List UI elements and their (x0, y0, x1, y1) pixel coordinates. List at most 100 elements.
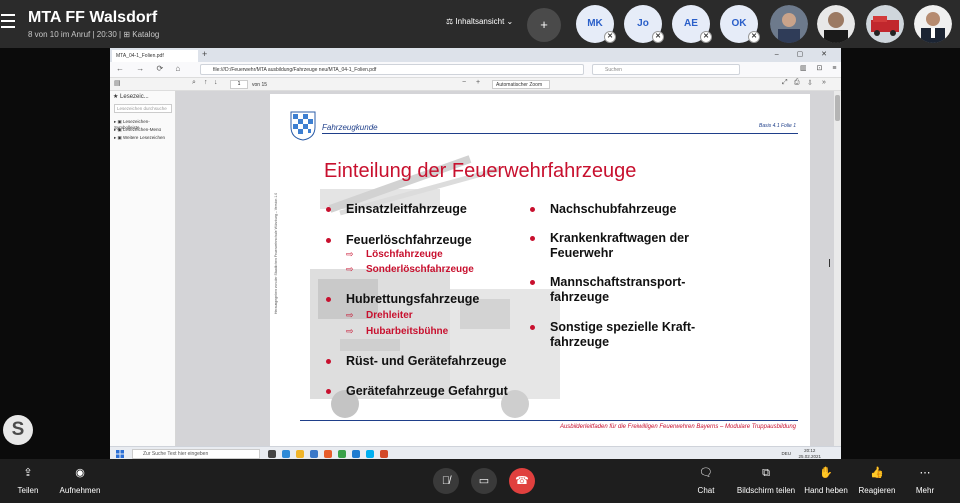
participant-avatar[interactable]: MK ✕ (576, 5, 616, 43)
participant-initials: AE (684, 18, 698, 29)
call-title: MTA FF Walsdorf (28, 9, 158, 26)
bookmark-search-input[interactable]: Lesezeichen durchsuche (114, 104, 172, 113)
content-view-toggle[interactable]: ⚖ Inhaltsansicht ⌄ (446, 17, 513, 26)
sidebar-item-menu[interactable]: ▸ ▣ Lesezeichen-Menü (114, 127, 161, 133)
sidebar-toggle-icon[interactable]: ▤ (114, 79, 121, 87)
participant-photo[interactable] (817, 5, 855, 43)
find-icon[interactable]: ⌕ (192, 79, 196, 87)
scrollbar-thumb[interactable] (835, 95, 840, 121)
window-controls[interactable]: – ▢ ✕ (775, 50, 835, 58)
folder-icon: ▸ ▣ (114, 127, 124, 132)
more-button[interactable]: ⋯ Mehr (895, 459, 955, 495)
bullet-icon (530, 280, 535, 285)
bullet-icon (326, 238, 331, 243)
print-icon[interactable]: ⎙ (794, 79, 800, 87)
windows-start-icon[interactable] (116, 450, 124, 458)
screen-share-label: Bildschirm teilen (736, 486, 796, 495)
participant-photo[interactable] (770, 5, 808, 43)
bullet-icon (326, 297, 331, 302)
chrome-icon[interactable] (338, 450, 346, 458)
word-icon[interactable] (352, 450, 360, 458)
participant-initials: MK (587, 18, 603, 29)
zoom-in-icon[interactable]: + (476, 79, 480, 86)
footer-divider (300, 420, 798, 421)
record-icon: ◉ (75, 467, 85, 479)
browser-search-input[interactable]: Suchen (592, 64, 740, 75)
category-item: Feuerlöschfahrzeuge (346, 233, 472, 247)
mic-off-icon: ✕ (748, 31, 760, 43)
bullet-icon (530, 236, 535, 241)
save-icon[interactable]: ⇩ (807, 79, 813, 87)
category-item: Rüst- und Gerätefahrzeuge (346, 354, 507, 368)
toolbar-icons[interactable]: ▥ ⊡ ≡ (800, 64, 840, 72)
subcategory-item: Sonderlöschfahrzeuge (366, 264, 474, 275)
skype-taskbar-icon[interactable] (366, 450, 374, 458)
pdf-scrollbar[interactable] (834, 91, 841, 446)
participant-avatar[interactable]: Jo ✕ (624, 5, 664, 43)
address-bar[interactable]: file:///D:/Feuerwehr/MTA ausbildung/Fahr… (200, 64, 584, 75)
zoom-select[interactable]: Automatischer Zoom (492, 80, 550, 89)
chat-button[interactable]: 🗨 Chat (676, 459, 736, 495)
mail-icon[interactable] (310, 450, 318, 458)
menu-icon[interactable] (1, 14, 15, 28)
explorer-icon[interactable] (296, 450, 304, 458)
participant-avatar[interactable]: OK ✕ (720, 5, 760, 43)
bullet-icon (326, 389, 331, 394)
present-icon[interactable]: ⤢ (782, 79, 788, 87)
page-number-input[interactable]: 1 (230, 80, 248, 89)
category-item: Mannschaftstransport-fahrzeuge (550, 275, 686, 304)
edge-icon[interactable] (282, 450, 290, 458)
add-participant-button[interactable]: + (527, 8, 561, 42)
taskbar-search-input[interactable]: Zur Suche Text hier eingeben (132, 449, 260, 459)
sidebar-title: ★ Lesezeic... (113, 93, 149, 100)
new-tab-icon[interactable]: + (202, 49, 207, 59)
mic-off-icon: 🎙̸ (441, 475, 451, 487)
next-page-icon[interactable]: ↓ (214, 79, 218, 86)
record-button[interactable]: ◉ Aufnehmen (50, 459, 110, 495)
pdf-viewer[interactable]: Fahrzeugkunde Basis 4.1 Folie 1 Einteilu… (176, 91, 841, 446)
category-item: Einsatzleitfahrzeuge (346, 202, 467, 216)
subcategory-item: Drehleiter (366, 310, 413, 321)
nav-buttons[interactable]: ← → ⟳ ⌂ (116, 64, 185, 73)
screen-share-button[interactable]: ⧉ Bildschirm teilen (736, 459, 796, 495)
bullet-icon (530, 325, 535, 330)
screen-share-icon: ⧉ (762, 467, 770, 479)
hang-up-button[interactable]: ☎ (509, 468, 535, 494)
app-icon[interactable] (380, 450, 388, 458)
browser-tab[interactable]: MTA_04-1_Folien.pdf (112, 50, 198, 62)
arrow-right-icon: ⇨ (346, 264, 354, 274)
category-item: Nachschubfahrzeuge (550, 202, 677, 216)
mouse-cursor-icon (829, 259, 835, 267)
folder-icon: ▸ ▣ (114, 135, 124, 140)
star-icon: ★ (113, 94, 121, 100)
content-view-icon: ⚖ (446, 17, 456, 26)
task-view-icon[interactable] (268, 450, 276, 458)
language-indicator[interactable]: DEU (781, 451, 791, 456)
slide-header-title: Fahrzeugkunde (322, 123, 378, 132)
mute-mic-button[interactable]: 🎙̸ (433, 468, 459, 494)
sidebar-item-other[interactable]: ▸ ▣ Weitere Lesezeichen (114, 135, 165, 141)
zoom-out-icon[interactable]: − (462, 79, 466, 86)
chat-label: Chat (697, 486, 715, 495)
more-label: Mehr (915, 486, 935, 495)
sidebar-title-text: Lesezeic... (120, 94, 149, 100)
mic-off-icon: ✕ (604, 31, 616, 43)
call-subtitle: 8 von 10 im Anruf | 20:30 | ⊞ Katalog (28, 30, 160, 39)
publisher-note: Herausgegeben von der Staatlichen Feuerw… (274, 192, 278, 314)
skype-logo-icon: S (3, 415, 33, 445)
prev-page-icon[interactable]: ↑ (204, 79, 208, 86)
call-controls: ⇪ Teilen ◉ Aufnehmen 🎙̸ ▭ ☎ 🗨 Chat ⧉ Bildsch… (0, 459, 960, 503)
participant-photo[interactable] (914, 5, 952, 43)
camera-off-icon: ▭ (478, 475, 490, 487)
bullet-icon (326, 359, 331, 364)
more-tools-icon[interactable]: » (822, 79, 826, 86)
firefox-icon[interactable] (324, 450, 332, 458)
chat-icon: 🗨 (699, 467, 713, 479)
hang-up-icon: ☎ (515, 475, 529, 487)
participant-photo[interactable] (866, 5, 904, 43)
pdf-page: Fahrzeugkunde Basis 4.1 Folie 1 Einteilu… (270, 94, 810, 446)
browser-navbar: ← → ⟳ ⌂ file:///D:/Feuerwehr/MTA ausbild… (110, 62, 841, 78)
participant-avatar[interactable]: AE ✕ (672, 5, 712, 43)
camera-off-button[interactable]: ▭ (471, 468, 497, 494)
truck-background-image (300, 149, 570, 421)
